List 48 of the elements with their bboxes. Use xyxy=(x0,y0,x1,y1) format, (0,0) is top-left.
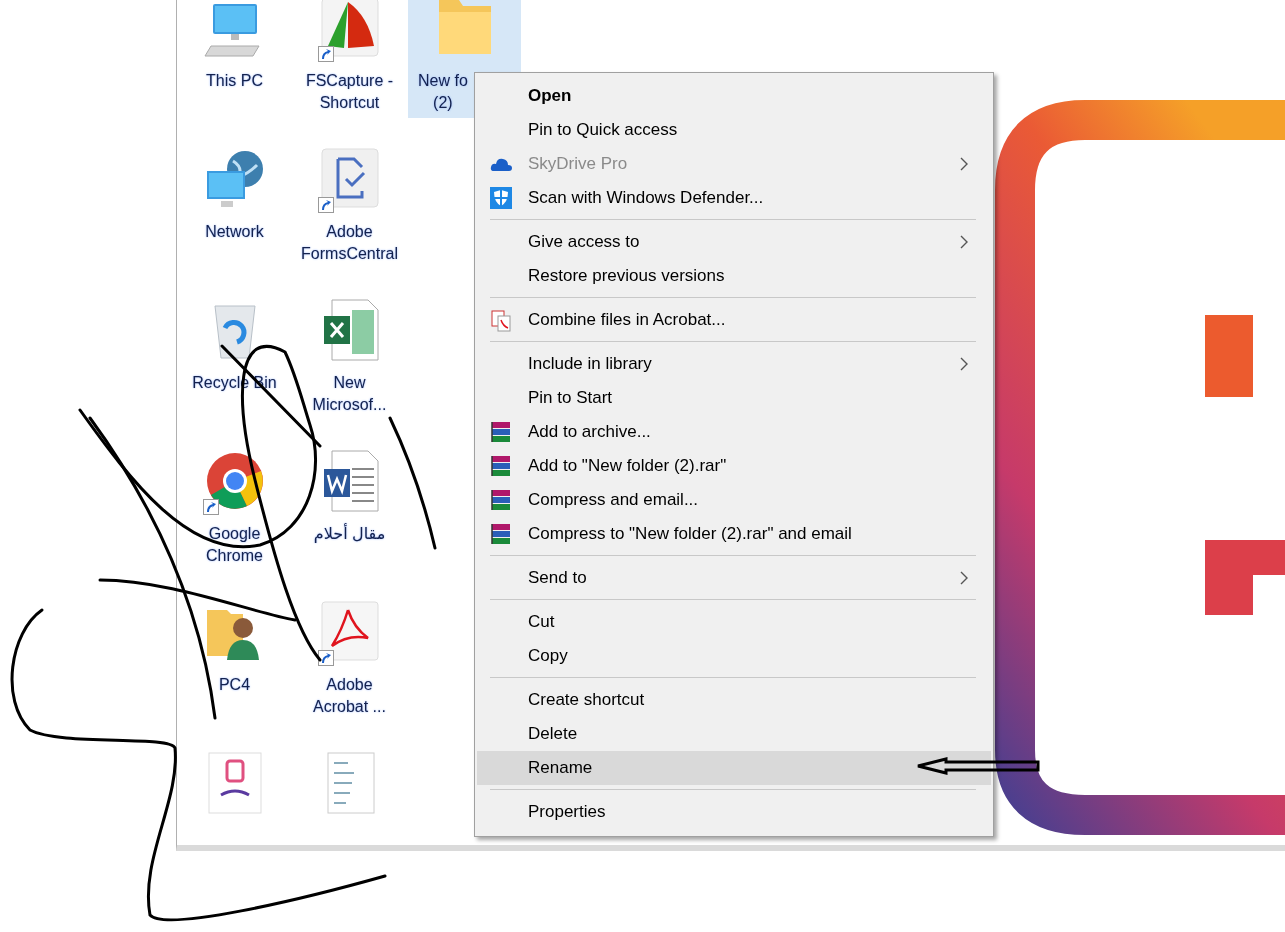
menu-item[interactable]: Properties xyxy=(477,795,991,829)
menu-item[interactable]: Rename xyxy=(477,751,991,785)
desktop-icon[interactable]: Adobe FormsCentral xyxy=(293,143,406,269)
menu-item[interactable]: Scan with Windows Defender... xyxy=(477,181,991,215)
menu-item[interactable]: Cut xyxy=(477,605,991,639)
icon-label: Microsof... xyxy=(312,395,387,415)
menu-item[interactable]: Add to "New folder (2).rar" xyxy=(477,449,991,483)
menu-item[interactable]: Delete xyxy=(477,717,991,751)
menu-item[interactable]: Compress to "New folder (2).rar" and email xyxy=(477,517,991,551)
menu-item[interactable]: Combine files in Acrobat... xyxy=(477,303,991,337)
icon-label: Shortcut xyxy=(319,93,380,113)
desktop-icon[interactable]: Adobe Acrobat ... xyxy=(293,596,406,722)
icon-label: Google xyxy=(208,524,261,544)
icon-label: FSCapture - xyxy=(305,71,394,91)
desktop-icon[interactable]: Google Chrome xyxy=(178,445,291,571)
menu-item[interactable]: Add to archive... xyxy=(477,415,991,449)
shield-icon xyxy=(489,186,513,210)
desktop-icon[interactable]: New Microsof... xyxy=(293,294,406,420)
icon-label: Adobe xyxy=(326,675,373,695)
books-icon xyxy=(489,522,513,546)
desktop-icon[interactable]: This PC xyxy=(178,0,291,118)
menu-item[interactable]: Pin to Start xyxy=(477,381,991,415)
icon-label: PC4 xyxy=(218,675,251,695)
menu-item[interactable]: Include in library xyxy=(477,347,991,381)
menu-item[interactable]: Send to xyxy=(477,561,991,595)
icon-label: Adobe xyxy=(326,222,373,242)
icon-label: Chrome xyxy=(206,546,263,566)
documents-icon xyxy=(489,308,513,332)
menu-item[interactable]: Create shortcut xyxy=(477,683,991,717)
icon-label: New xyxy=(333,373,366,393)
icon-label: Acrobat ... xyxy=(313,697,386,717)
icon-label: (2) xyxy=(433,93,453,113)
menu-item[interactable]: Copy xyxy=(477,639,991,673)
icon-label: Network xyxy=(205,222,264,242)
books-icon xyxy=(489,488,513,512)
desktop-icon[interactable]: Network xyxy=(178,143,291,269)
menu-item[interactable]: Give access to xyxy=(477,225,991,259)
books-icon xyxy=(489,420,513,444)
icon-label: New fo xyxy=(418,71,468,91)
desktop-icon[interactable]: مقال أحلام xyxy=(293,445,406,571)
icon-label: This PC xyxy=(206,71,263,91)
menu-item[interactable]: Restore previous versions xyxy=(477,259,991,293)
menu-item[interactable]: Compress and email... xyxy=(477,483,991,517)
books-icon xyxy=(489,454,513,478)
icon-label: FormsCentral xyxy=(301,244,398,264)
icon-label: مقال أحلام xyxy=(313,523,386,545)
desktop-icon[interactable]: FSCapture - Shortcut xyxy=(293,0,406,118)
desktop-icon[interactable]: PC4 xyxy=(178,596,291,722)
